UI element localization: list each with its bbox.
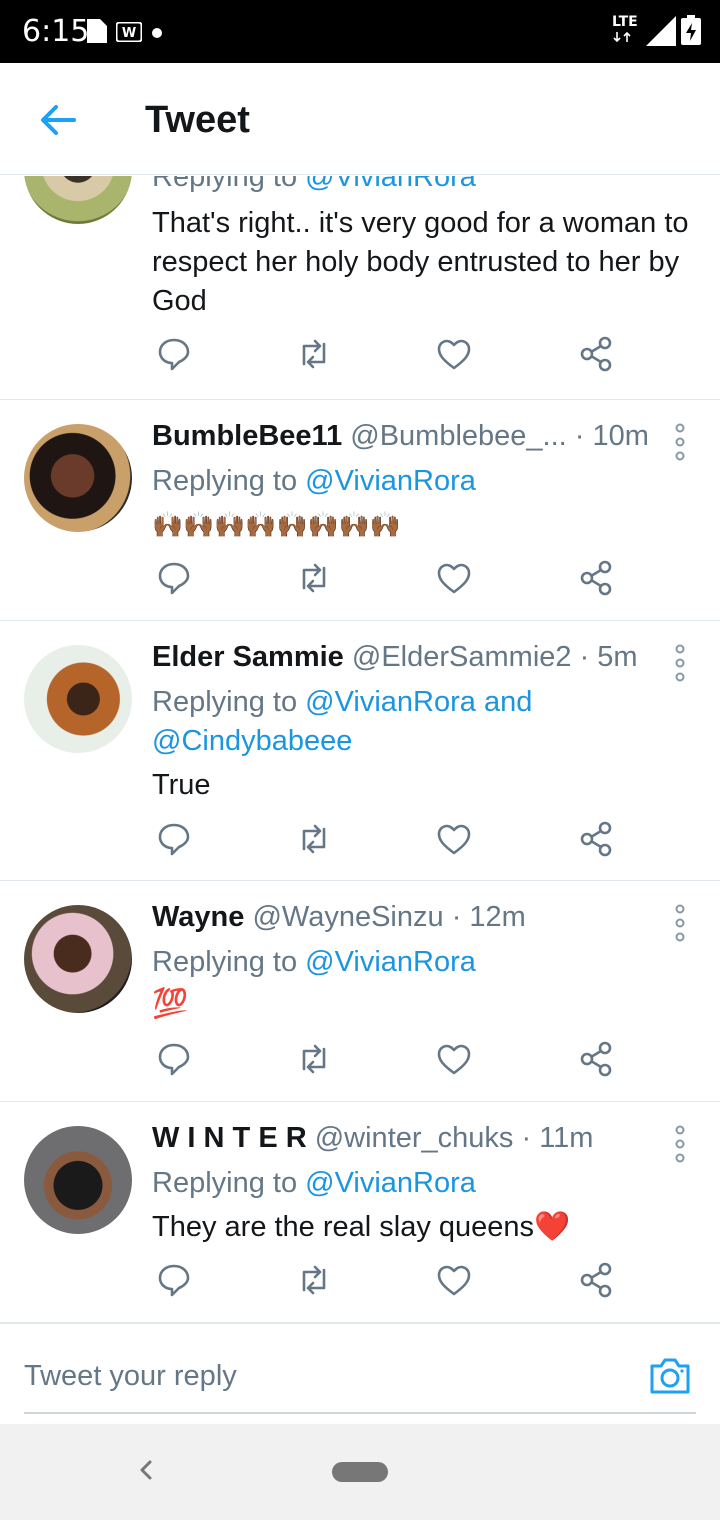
tweet-header: Elder Sammie @ElderSammie2 · 5m [152, 641, 660, 674]
retweet-icon[interactable] [294, 334, 334, 374]
tweet-actions [152, 819, 622, 863]
tweet-header: BumbleBee11 @Bumblebee_... · 10m [152, 420, 660, 453]
replying-to: Replying to @VivianRora [152, 176, 680, 197]
reply-icon[interactable] [154, 334, 194, 374]
tweet-actions [152, 558, 622, 602]
svg-text:W: W [122, 26, 136, 41]
share-icon[interactable] [576, 1039, 616, 1079]
user-handle[interactable]: @winter_chuks [315, 1122, 514, 1154]
like-icon[interactable] [434, 1260, 474, 1300]
tweet-time: · 10m [574, 420, 649, 452]
mention-link[interactable]: @VivianRora and [305, 686, 532, 718]
tweet-time: · 5m [579, 641, 638, 673]
tweet-item[interactable]: Replying to @VivianRora That's right.. i… [0, 176, 720, 400]
tweet-time: · 12m [451, 901, 526, 933]
retweet-icon[interactable] [294, 1260, 334, 1300]
retweet-icon[interactable] [294, 558, 334, 598]
share-icon[interactable] [576, 819, 616, 859]
reply-icon[interactable] [154, 1039, 194, 1079]
app-bar: Tweet [0, 63, 720, 175]
tweet-text: That's right.. it's very good for a woma… [152, 207, 689, 317]
tweet-actions [152, 334, 622, 378]
reply-icon[interactable] [154, 819, 194, 859]
avatar[interactable] [24, 1126, 132, 1234]
more-icon[interactable] [672, 422, 688, 462]
user-handle[interactable]: @WayneSinzu [252, 901, 443, 933]
tweet-text: They are the real slay queens❤️ [152, 1211, 571, 1243]
tweet-header: W I N T E R @winter_chuks · 11m [152, 1122, 660, 1155]
tweet-feed[interactable]: Replying to @VivianRora That's right.. i… [0, 176, 720, 1322]
tweet-item[interactable]: W I N T E R @winter_chuks · 11m Replying… [0, 1102, 720, 1322]
share-icon[interactable] [576, 558, 616, 598]
reply-composer: Tweet your reply [0, 1322, 720, 1424]
user-handle[interactable]: @Bumblebee_... [350, 420, 566, 452]
w-notification-icon: W [116, 22, 142, 42]
reply-icon[interactable] [154, 558, 194, 598]
mention-link[interactable]: @VivianRora [305, 1167, 476, 1199]
retweet-icon[interactable] [294, 1039, 334, 1079]
like-icon[interactable] [434, 334, 474, 374]
user-name[interactable]: Wayne [152, 901, 244, 933]
mention-link[interactable]: @VivianRora [305, 176, 476, 193]
tweet-text: 🙌🏾🙌🏾🙌🏾🙌🏾🙌🏾🙌🏾🙌🏾🙌🏾 [152, 511, 402, 539]
tweet-item[interactable]: Wayne @WayneSinzu · 12m Replying to @Viv… [0, 881, 720, 1102]
nav-home-pill[interactable] [332, 1462, 388, 1482]
like-icon[interactable] [434, 819, 474, 859]
avatar[interactable] [24, 176, 132, 224]
mention-link[interactable]: @VivianRora [305, 946, 476, 978]
user-name[interactable]: W I N T E R [152, 1122, 307, 1154]
tweet-actions [152, 1260, 622, 1304]
tweet-text: True [152, 769, 211, 801]
replying-to: Replying to @VivianRora [152, 465, 476, 497]
signal-icon [646, 16, 676, 46]
mention-link[interactable]: @VivianRora [305, 465, 476, 497]
reply-input[interactable]: Tweet your reply [24, 1360, 237, 1393]
mention-link[interactable]: @Cindybabeee [152, 725, 352, 757]
replying-to: Replying to @VivianRora [152, 1167, 476, 1199]
tweet-actions [152, 1039, 622, 1083]
data-arrows-icon [613, 31, 631, 43]
share-icon[interactable] [576, 1260, 616, 1300]
status-time: 6:15 [22, 14, 90, 49]
camera-icon[interactable] [648, 1356, 692, 1396]
tweet-item[interactable]: BumbleBee11 @Bumblebee_... · 10m Replyin… [0, 400, 720, 621]
dot-notification-icon [152, 28, 162, 38]
more-icon[interactable] [672, 903, 688, 943]
status-bar: 6:15 W LTE [0, 0, 720, 63]
tweet-item[interactable]: Elder Sammie @ElderSammie2 · 5m Replying… [0, 621, 720, 881]
input-underline [24, 1412, 696, 1414]
user-name[interactable]: BumbleBee11 [152, 420, 342, 452]
replying-to: Replying to @VivianRora and @Cindybabeee [152, 686, 533, 757]
user-handle[interactable]: @ElderSammie2 [352, 641, 572, 673]
tweet-time: · 11m [521, 1122, 594, 1154]
like-icon[interactable] [434, 1039, 474, 1079]
user-name[interactable]: Elder Sammie [152, 641, 344, 673]
more-icon[interactable] [672, 643, 688, 683]
system-nav-bar [0, 1424, 720, 1520]
reply-icon[interactable] [154, 1260, 194, 1300]
more-icon[interactable] [672, 1124, 688, 1164]
tweet-header: Wayne @WayneSinzu · 12m [152, 901, 660, 934]
network-type: LTE [612, 14, 638, 30]
replying-to: Replying to @VivianRora [152, 946, 476, 978]
back-arrow-icon[interactable] [36, 99, 80, 143]
like-icon[interactable] [434, 558, 474, 598]
share-icon[interactable] [576, 334, 616, 374]
page-title: Tweet [145, 99, 250, 141]
nav-back-icon[interactable] [134, 1454, 158, 1486]
tweet-text: 💯 [152, 988, 189, 1020]
avatar[interactable] [24, 905, 132, 1013]
battery-icon [681, 15, 701, 45]
avatar[interactable] [24, 424, 132, 532]
document-notification-icon [87, 19, 107, 43]
avatar[interactable] [24, 645, 132, 753]
retweet-icon[interactable] [294, 819, 334, 859]
